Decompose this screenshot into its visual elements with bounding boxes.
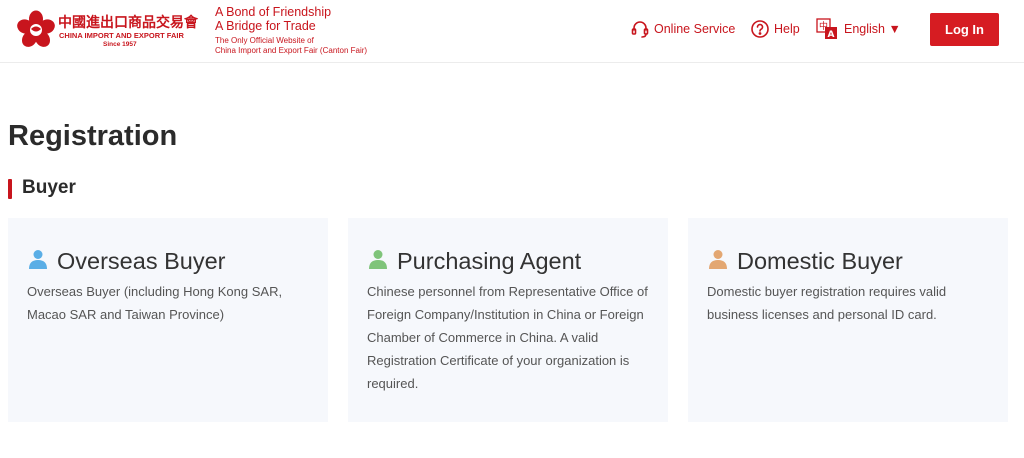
slogan-line-2: A Bridge for Trade <box>215 19 316 33</box>
card-title: Purchasing Agent <box>397 248 582 274</box>
headset-icon <box>631 21 649 38</box>
card-description: Overseas Buyer (including Hong Kong SAR,… <box>27 284 283 322</box>
purchasing-agent-card[interactable]: Purchasing Agent Chinese personnel from … <box>348 218 668 422</box>
language-selector[interactable]: 中 A English ▼ <box>816 18 901 40</box>
card-description: Chinese personnel from Representative Of… <box>367 284 648 391</box>
online-service-label: Online Service <box>654 22 736 36</box>
section-accent-bar <box>8 179 12 199</box>
site-header: 中國進出口商品交易會 CHINA IMPORT AND EXPORT FAIR … <box>0 0 1024 63</box>
translate-icon: 中 A <box>816 18 837 40</box>
overseas-buyer-card[interactable]: Overseas Buyer Overseas Buyer (including… <box>8 218 328 422</box>
canton-fair-logo-icon[interactable] <box>16 10 56 50</box>
login-button[interactable]: Log In <box>930 13 999 46</box>
logo-chinese-text: 中國進出口商品交易會 <box>58 15 198 31</box>
logo-since-text: Since 1957 <box>103 41 137 48</box>
card-title: Overseas Buyer <box>57 248 226 274</box>
help-link[interactable]: Help <box>750 19 800 39</box>
section-title: Buyer <box>22 177 76 198</box>
card-title: Domestic Buyer <box>737 248 903 274</box>
tagline-line-2: China Import and Export Fair (Canton Fai… <box>215 46 368 55</box>
user-icon <box>369 250 387 269</box>
page-title: Registration <box>8 120 178 152</box>
tagline-line-1: The Only Official Website of <box>215 36 314 45</box>
svg-text:A: A <box>828 30 835 40</box>
card-description: Domestic buyer registration requires val… <box>707 284 947 322</box>
question-circle-icon <box>751 20 769 38</box>
slogan-line-1: A Bond of Friendship <box>215 5 332 19</box>
logo-english-text: CHINA IMPORT AND EXPORT FAIR <box>59 31 184 40</box>
online-service-link[interactable]: Online Service <box>630 19 735 39</box>
user-icon <box>29 250 47 269</box>
domestic-buyer-card[interactable]: Domestic Buyer Domestic buyer registrati… <box>688 218 1008 422</box>
help-label: Help <box>774 22 800 36</box>
language-label: English ▼ <box>844 22 901 36</box>
user-icon <box>709 250 727 269</box>
